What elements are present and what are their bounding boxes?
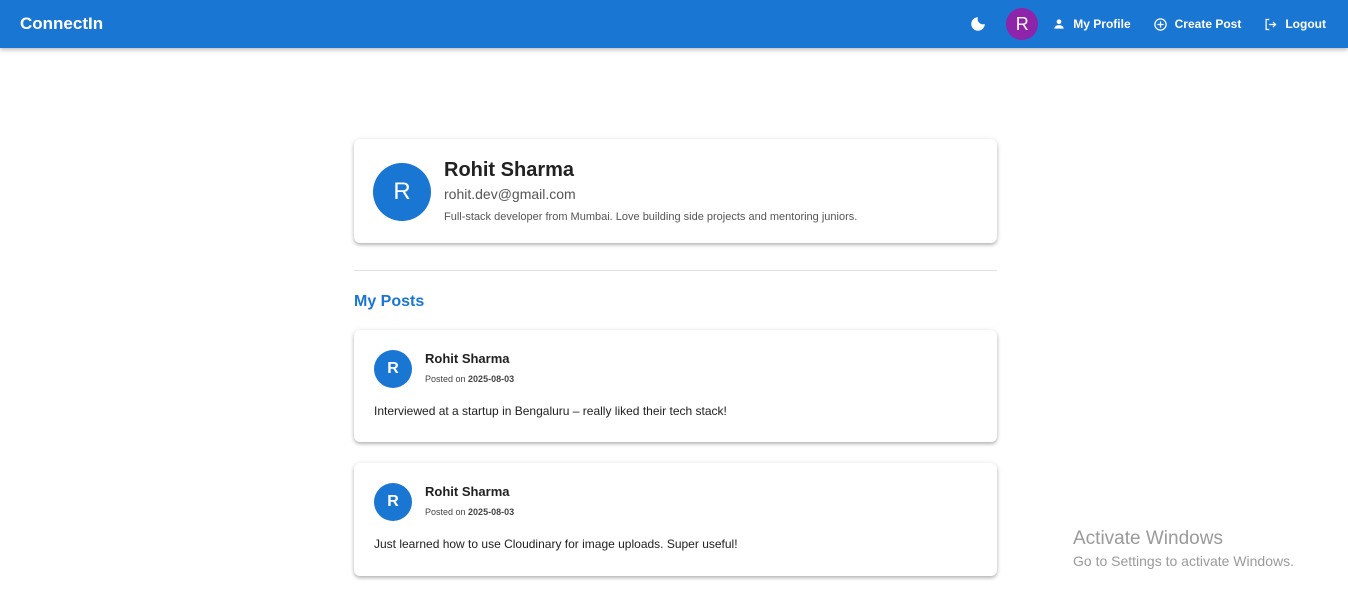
create-post-link[interactable]: Create Post [1153, 17, 1242, 32]
moon-icon [971, 17, 986, 31]
posted-on-label: Posted on [425, 507, 466, 517]
posted-on-label: Posted on [425, 374, 466, 384]
my-posts-heading: My Posts [354, 293, 425, 310]
watermark-title: Activate Windows [1073, 528, 1223, 549]
post-date: Posted on 2025-08-03 [425, 507, 514, 517]
profile-card: R Rohit Sharma rohit.dev@gmail.com Full-… [354, 139, 997, 243]
theme-toggle-button[interactable] [958, 4, 998, 44]
post-date: Posted on 2025-08-03 [425, 374, 514, 384]
profile-email: rohit.dev@gmail.com [444, 186, 576, 202]
logout-icon [1265, 18, 1277, 30]
add-circle-icon [1153, 17, 1167, 31]
post-date-value: 2025-08-03 [468, 374, 515, 384]
my-profile-label: My Profile [1073, 17, 1131, 31]
post-content: Interviewed at a startup in Bengaluru – … [374, 404, 727, 418]
post-card: R Rohit Sharma Posted on 2025-08-03 Just… [354, 463, 997, 576]
nav-actions: R My Profile Create Post Logout [958, 0, 1348, 48]
post-author: Rohit Sharma [425, 484, 510, 499]
post-author: Rohit Sharma [425, 351, 510, 366]
user-avatar[interactable]: R [1006, 8, 1039, 40]
profile-name: Rohit Sharma [444, 159, 575, 181]
post-card: R Rohit Sharma Posted on 2025-08-03 Inte… [354, 330, 997, 442]
post-avatar: R [374, 350, 412, 388]
brand-logo[interactable]: ConnectIn [20, 14, 103, 34]
post-date-value: 2025-08-03 [468, 507, 515, 517]
person-icon [1054, 19, 1064, 29]
watermark-subtitle: Go to Settings to activate Windows. [1073, 553, 1294, 569]
activate-windows-watermark: Activate Windows Go to Settings to activ… [1073, 528, 1294, 569]
logout-link[interactable]: Logout [1263, 17, 1326, 32]
profile-avatar: R [373, 163, 431, 221]
app-bar: ConnectIn R My Profile Create Post Logou… [0, 0, 1348, 48]
create-post-label: Create Post [1174, 17, 1242, 31]
my-profile-link[interactable]: My Profile [1052, 17, 1131, 31]
logout-label: Logout [1285, 17, 1326, 31]
post-content: Just learned how to use Cloudinary for i… [374, 537, 738, 551]
post-avatar: R [374, 483, 412, 521]
profile-bio: Full-stack developer from Mumbai. Love b… [444, 211, 858, 223]
section-divider [354, 270, 997, 271]
